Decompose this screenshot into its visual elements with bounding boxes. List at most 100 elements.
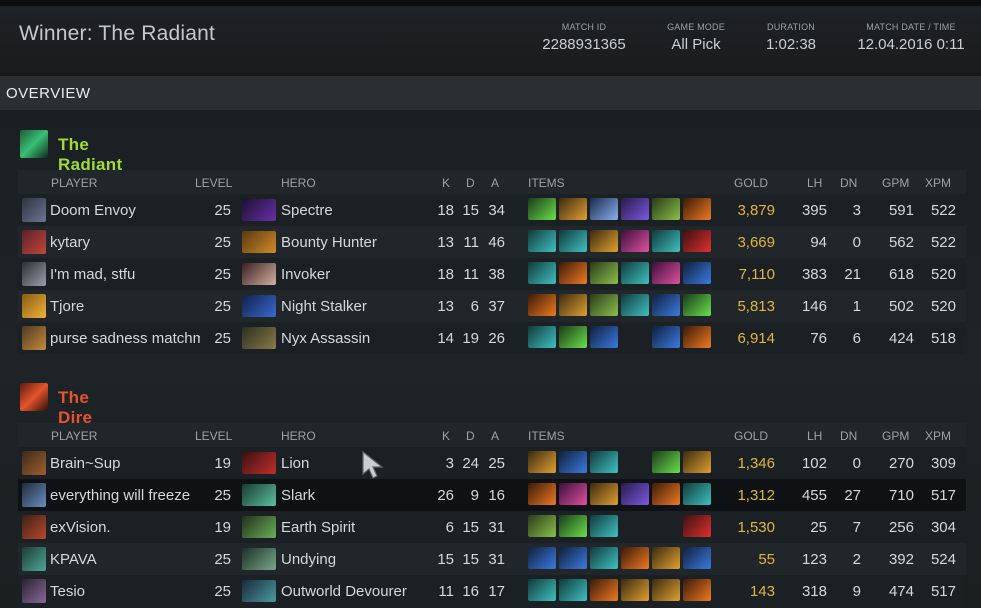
item-icon[interactable]	[683, 262, 711, 284]
item-icon[interactable]	[528, 326, 556, 348]
item-icon[interactable]	[652, 198, 680, 220]
player-row[interactable]: Brain~Sup 19 Lion 3 24 25 1,346 102 0 270 309	[18, 447, 966, 479]
item-icon[interactable]	[621, 294, 649, 316]
player-row[interactable]: KPAVA 25 Undying 15 15 31 55 123 2 392 524	[18, 543, 966, 575]
item-icon[interactable]	[528, 262, 556, 284]
item-icon[interactable]	[590, 262, 618, 284]
item-icon[interactable]	[621, 198, 649, 220]
item-icon[interactable]	[559, 483, 587, 505]
avatar[interactable]	[22, 230, 46, 254]
player-row[interactable]: Doom Envoy 25 Spectre 18 15 34 3,879 395 3 591 522	[18, 194, 966, 226]
item-icon[interactable]	[559, 547, 587, 569]
player-name[interactable]: exVision.	[50, 519, 200, 536]
hero-portrait[interactable]	[242, 484, 276, 506]
hero-portrait[interactable]	[242, 580, 276, 602]
item-icon[interactable]	[559, 230, 587, 252]
player-row[interactable]: I'm mad, stfu 25 Invoker 18 11 38 7,110 383 21 61…	[18, 258, 966, 290]
avatar[interactable]	[22, 515, 46, 539]
item-icon[interactable]	[528, 579, 556, 601]
hero-portrait[interactable]	[242, 263, 276, 285]
item-icon[interactable]	[559, 579, 587, 601]
player-name[interactable]: I'm mad, stfu	[50, 266, 200, 283]
item-icon[interactable]	[621, 483, 649, 505]
item-icon[interactable]	[652, 483, 680, 505]
player-row[interactable]: Tjore 25 Night Stalker 13 6 37 5,813 146 1 502 520	[18, 290, 966, 322]
item-icon[interactable]	[652, 262, 680, 284]
avatar[interactable]	[22, 198, 46, 222]
item-icon[interactable]	[683, 451, 711, 473]
player-name[interactable]: Tesio	[50, 583, 200, 600]
hero-name[interactable]: Undying	[281, 551, 336, 568]
item-icon[interactable]	[528, 198, 556, 220]
item-icon[interactable]	[559, 326, 587, 348]
item-icon[interactable]	[652, 579, 680, 601]
item-icon[interactable]	[528, 294, 556, 316]
hero-portrait[interactable]	[242, 452, 276, 474]
item-icon[interactable]	[528, 451, 556, 473]
item-icon[interactable]	[528, 483, 556, 505]
item-icon[interactable]	[683, 294, 711, 316]
item-icon[interactable]	[621, 579, 649, 601]
player-name[interactable]: everything will freeze	[50, 487, 200, 504]
player-name[interactable]: Doom Envoy	[50, 202, 200, 219]
hero-name[interactable]: Earth Spirit	[281, 519, 355, 536]
player-row[interactable]: kytary 25 Bounty Hunter 13 11 46 3,669 94 0 562 52…	[18, 226, 966, 258]
item-icon[interactable]	[590, 326, 618, 348]
item-icon[interactable]	[590, 483, 618, 505]
item-icon[interactable]	[683, 579, 711, 601]
hero-portrait[interactable]	[242, 199, 276, 221]
player-name[interactable]: kytary	[50, 234, 200, 251]
item-icon[interactable]	[683, 547, 711, 569]
hero-portrait[interactable]	[242, 295, 276, 317]
hero-name[interactable]: Slark	[281, 487, 315, 504]
item-icon[interactable]	[590, 547, 618, 569]
player-name[interactable]: Tjore	[50, 298, 200, 315]
hero-name[interactable]: Invoker	[281, 266, 330, 283]
item-icon[interactable]	[528, 230, 556, 252]
avatar[interactable]	[22, 451, 46, 475]
item-icon[interactable]	[590, 230, 618, 252]
item-icon[interactable]	[683, 230, 711, 252]
avatar[interactable]	[22, 579, 46, 603]
hero-name[interactable]: Nyx Assassin	[281, 330, 370, 347]
player-name[interactable]: purse sadness matchm	[50, 330, 200, 347]
avatar[interactable]	[22, 326, 46, 350]
item-icon[interactable]	[683, 515, 711, 537]
item-icon[interactable]	[559, 198, 587, 220]
item-icon[interactable]	[652, 547, 680, 569]
item-icon[interactable]	[559, 515, 587, 537]
item-icon[interactable]	[590, 451, 618, 473]
hero-name[interactable]: Night Stalker	[281, 298, 367, 315]
item-icon[interactable]	[621, 230, 649, 252]
item-icon[interactable]	[590, 515, 618, 537]
hero-name[interactable]: Outworld Devourer	[281, 583, 407, 600]
item-icon[interactable]	[559, 294, 587, 316]
item-icon[interactable]	[590, 294, 618, 316]
hero-name[interactable]: Bounty Hunter	[281, 234, 377, 251]
player-row[interactable]: everything will freeze 25 Slark 26 9 16 1,312 4…	[18, 479, 966, 511]
hero-portrait[interactable]	[242, 327, 276, 349]
item-icon[interactable]	[652, 230, 680, 252]
item-icon[interactable]	[528, 515, 556, 537]
hero-portrait[interactable]	[242, 516, 276, 538]
player-row[interactable]: exVision. 19 Earth Spirit 6 15 31 1,530 25 7 256 3…	[18, 511, 966, 543]
hero-name[interactable]: Spectre	[281, 202, 333, 219]
item-icon[interactable]	[528, 547, 556, 569]
player-name[interactable]: KPAVA	[50, 551, 200, 568]
item-icon[interactable]	[652, 294, 680, 316]
item-icon[interactable]	[683, 198, 711, 220]
hero-name[interactable]: Lion	[281, 455, 309, 472]
hero-portrait[interactable]	[242, 548, 276, 570]
player-name[interactable]: Brain~Sup	[50, 455, 200, 472]
tab-overview[interactable]: OVERVIEW	[6, 85, 91, 102]
hero-portrait[interactable]	[242, 231, 276, 253]
avatar[interactable]	[22, 483, 46, 507]
item-icon[interactable]	[559, 451, 587, 473]
avatar[interactable]	[22, 262, 46, 286]
item-icon[interactable]	[590, 579, 618, 601]
item-icon[interactable]	[683, 483, 711, 505]
avatar[interactable]	[22, 294, 46, 318]
item-icon[interactable]	[652, 451, 680, 473]
item-icon[interactable]	[559, 262, 587, 284]
item-icon[interactable]	[590, 198, 618, 220]
